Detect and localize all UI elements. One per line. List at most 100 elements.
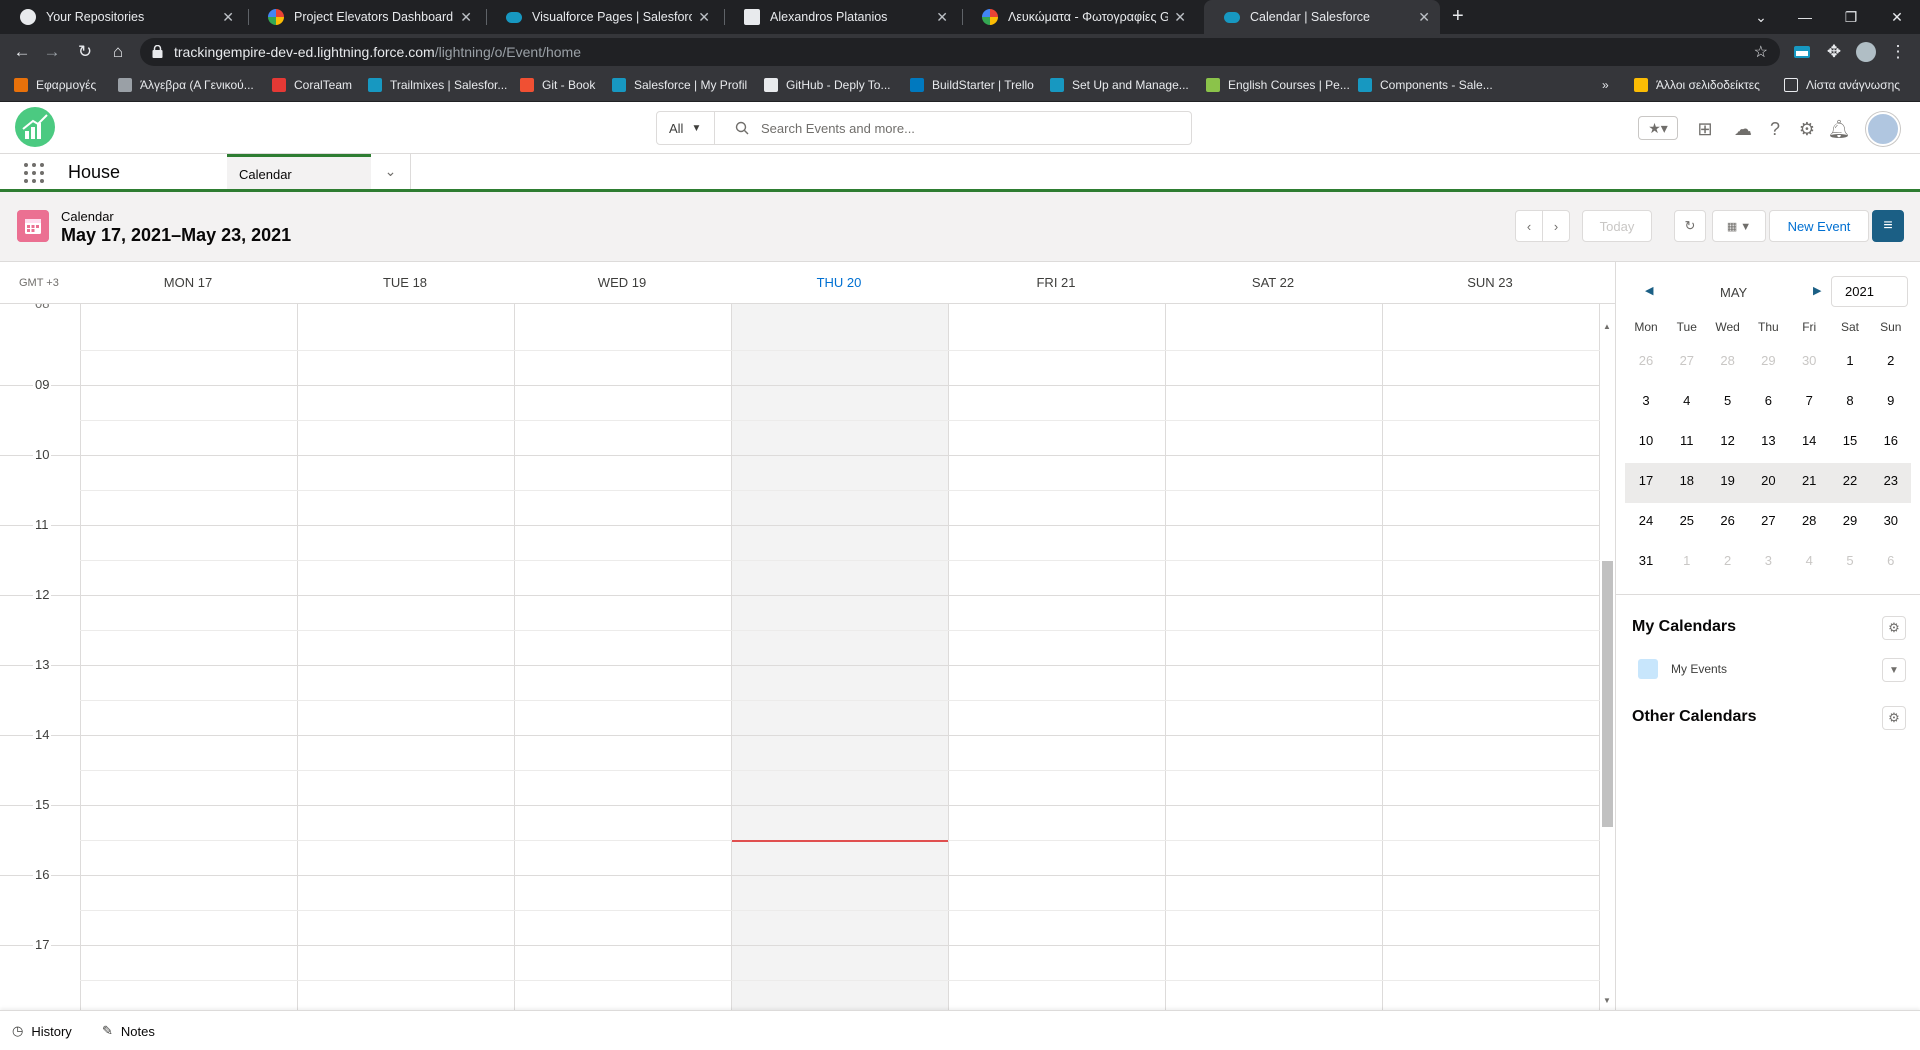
notes-utility[interactable]: ✎ Notes <box>102 1023 155 1039</box>
close-icon[interactable]: ✕ <box>936 9 948 26</box>
day-header[interactable]: FRI 21 <box>948 275 1164 290</box>
app-launcher-icon[interactable] <box>24 163 44 183</box>
close-icon[interactable]: ✕ <box>698 9 710 26</box>
bookmark-item[interactable]: Εφαρμογές <box>14 78 96 92</box>
mini-calendar-day[interactable]: 26 <box>1708 513 1748 528</box>
mini-calendar-day[interactable]: 20 <box>1748 473 1788 488</box>
reload-icon[interactable]: ↻ <box>73 40 97 64</box>
mini-calendar-day[interactable]: 29 <box>1748 353 1788 368</box>
bookmarks-more[interactable]: » <box>1602 78 1609 92</box>
bookmark-item[interactable]: CoralTeam <box>272 78 352 92</box>
scroll-up-icon[interactable]: ▲ <box>1603 322 1611 331</box>
close-icon[interactable]: ✕ <box>460 9 472 26</box>
mini-calendar-day[interactable]: 4 <box>1667 393 1707 408</box>
mini-calendar-day[interactable]: 29 <box>1830 513 1870 528</box>
day-header[interactable]: TUE 18 <box>297 275 513 290</box>
mini-calendar-day[interactable]: 5 <box>1830 553 1870 568</box>
grid-scrollbar[interactable]: ▲ ▼ <box>1600 318 1615 1010</box>
calendar-view-dropdown[interactable]: ▦ ▼ <box>1712 210 1766 242</box>
forward-arrow-icon[interactable]: → <box>40 40 64 64</box>
chevron-down-icon[interactable]: ⌄ <box>371 154 411 189</box>
day-header[interactable]: THU 20 <box>731 275 947 290</box>
day-header[interactable]: SAT 22 <box>1165 275 1381 290</box>
day-header[interactable]: MON 17 <box>80 275 296 290</box>
search-scope-dropdown[interactable]: All ▼ <box>657 112 715 144</box>
mini-calendar-day[interactable]: 12 <box>1708 433 1748 448</box>
mini-calendar-prev-icon[interactable]: ◀ <box>1645 284 1653 297</box>
browser-tab[interactable]: Λευκώματα - Φωτογραφίες Google ✕ <box>962 0 1196 34</box>
mini-calendar-day[interactable]: 6 <box>1871 553 1911 568</box>
mini-calendar-next-icon[interactable]: ▶ <box>1813 284 1821 297</box>
mini-calendar-day[interactable]: 2 <box>1871 353 1911 368</box>
help-icon[interactable]: ? <box>1764 118 1786 140</box>
previous-week-button[interactable]: ‹ <box>1515 210 1543 242</box>
mini-calendar-day[interactable]: 8 <box>1830 393 1870 408</box>
back-arrow-icon[interactable]: ← <box>10 40 34 64</box>
mini-calendar-day[interactable]: 28 <box>1789 513 1829 528</box>
mini-calendar-day[interactable]: 24 <box>1626 513 1666 528</box>
mini-calendar-day[interactable]: 30 <box>1871 513 1911 528</box>
today-button[interactable]: Today <box>1582 210 1652 242</box>
restore-icon[interactable]: ❐ <box>1828 0 1874 34</box>
toggle-sidebar-button[interactable]: ≡ <box>1872 210 1904 242</box>
mini-calendar-day[interactable]: 21 <box>1789 473 1829 488</box>
mini-calendar-day[interactable]: 1 <box>1667 553 1707 568</box>
tab-search-chevron-icon[interactable]: ⌄ <box>1738 0 1784 34</box>
mini-calendar-day[interactable]: 17 <box>1626 473 1666 488</box>
setup-gear-icon[interactable]: ⚙ <box>1796 118 1818 140</box>
mini-calendar-day[interactable]: 22 <box>1830 473 1870 488</box>
bookmark-star-icon[interactable]: ☆ <box>1754 42 1768 62</box>
mini-calendar-day[interactable]: 19 <box>1708 473 1748 488</box>
org-logo[interactable] <box>15 107 55 147</box>
browser-tab[interactable]: Alexandros Platanios ✕ <box>724 0 958 34</box>
mini-calendar-day[interactable]: 10 <box>1626 433 1666 448</box>
other-calendars-settings-button[interactable]: ⚙ <box>1882 706 1906 730</box>
mini-calendar-day[interactable]: 27 <box>1748 513 1788 528</box>
address-bar[interactable]: trackingempire-dev-ed.lightning.force.co… <box>140 38 1780 66</box>
bookmark-item[interactable]: Set Up and Manage... <box>1050 78 1189 92</box>
scroll-down-icon[interactable]: ▼ <box>1603 996 1611 1005</box>
bookmark-item[interactable]: Άλγεβρα (Α Γενικού... <box>118 78 254 92</box>
browser-menu-icon[interactable]: ⋮ <box>1886 40 1910 64</box>
mini-calendar-day[interactable]: 4 <box>1789 553 1829 568</box>
home-icon[interactable]: ⌂ <box>106 40 130 64</box>
day-header[interactable]: SUN 23 <box>1382 275 1598 290</box>
browser-tab-active[interactable]: Calendar | Salesforce ✕ <box>1204 0 1440 34</box>
global-actions-plus-icon[interactable]: ⊞ <box>1694 118 1716 140</box>
new-tab-plus-icon[interactable]: + <box>1452 5 1464 28</box>
mini-calendar-day[interactable]: 3 <box>1748 553 1788 568</box>
tab-calendar[interactable]: Calendar <box>227 154 371 189</box>
profile-avatar-icon[interactable] <box>1856 42 1876 62</box>
scrollbar-thumb[interactable] <box>1602 561 1613 827</box>
mini-calendar-day[interactable]: 27 <box>1667 353 1707 368</box>
notifications-bell-icon[interactable]: 🔔︎ <box>1828 118 1851 140</box>
window-close-icon[interactable]: ✕ <box>1874 0 1920 34</box>
mini-calendar-day[interactable]: 14 <box>1789 433 1829 448</box>
bookmark-item[interactable]: English Courses | Pe... <box>1206 78 1350 92</box>
new-event-button[interactable]: New Event <box>1769 210 1869 242</box>
extension-icon[interactable] <box>1792 42 1812 62</box>
mini-calendar-day[interactable]: 25 <box>1667 513 1707 528</box>
bookmark-item[interactable]: Components - Sale... <box>1358 78 1493 92</box>
mini-calendar-day[interactable]: 18 <box>1667 473 1707 488</box>
mini-calendar-day[interactable]: 15 <box>1830 433 1870 448</box>
browser-tab[interactable]: Your Repositories ✕ <box>0 0 244 34</box>
mini-calendar-day[interactable]: 1 <box>1830 353 1870 368</box>
favorites-star-icon[interactable]: ★▾ <box>1638 116 1678 140</box>
bookmark-item[interactable]: Salesforce | My Profil <box>612 78 747 92</box>
bookmark-item[interactable]: Git - Book <box>520 78 595 92</box>
mini-calendar-day[interactable]: 3 <box>1626 393 1666 408</box>
mini-calendar-day[interactable]: 5 <box>1708 393 1748 408</box>
mini-calendar-day[interactable]: 26 <box>1626 353 1666 368</box>
week-time-grid[interactable]: 08 09 10 11 12 13 14 15 16 17 <box>0 304 1600 1010</box>
close-icon[interactable]: ✕ <box>1418 9 1430 26</box>
bookmark-item[interactable]: Trailmixes | Salesfor... <box>368 78 507 92</box>
browser-tab[interactable]: Project Elevators Dashboard - Φωτογραφίε… <box>248 0 482 34</box>
mini-calendar-day[interactable]: 31 <box>1626 553 1666 568</box>
trailhead-icon[interactable]: ☁ <box>1732 118 1754 140</box>
close-icon[interactable]: ✕ <box>222 9 234 26</box>
my-calendars-settings-button[interactable]: ⚙ <box>1882 616 1906 640</box>
mini-calendar-day[interactable]: 30 <box>1789 353 1829 368</box>
day-header[interactable]: WED 19 <box>514 275 730 290</box>
my-events-color-swatch[interactable] <box>1638 659 1658 679</box>
